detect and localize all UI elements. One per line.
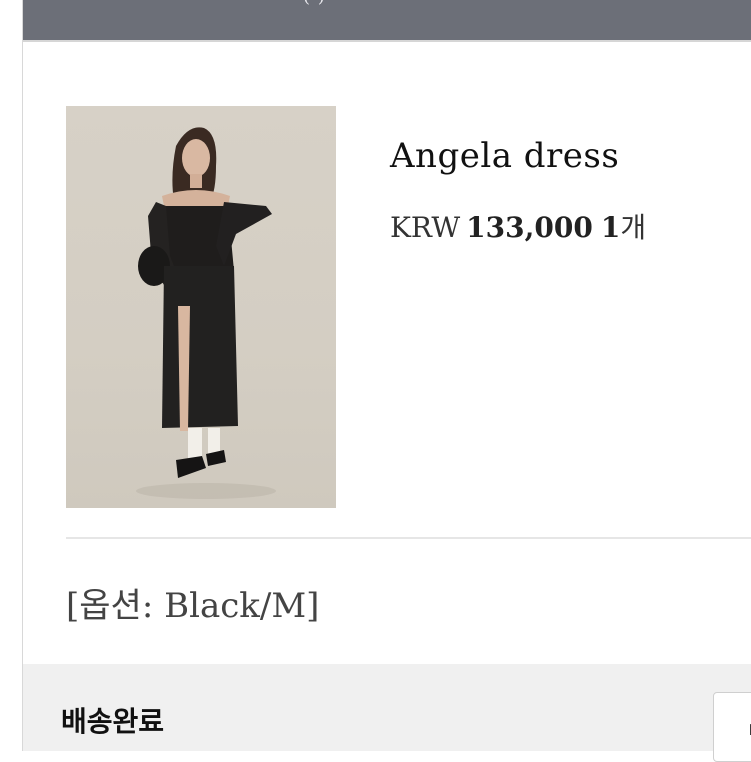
price-amount: 133,000 <box>466 211 593 244</box>
order-detail-screen: ( ) <box>0 0 751 762</box>
product-name[interactable]: Angela dress <box>390 136 619 176</box>
quantity-unit: 개 <box>620 211 647 244</box>
option-text: [옵션: Black/M] <box>66 586 320 626</box>
left-edge-border <box>0 0 23 751</box>
price-currency: KRW <box>390 211 461 244</box>
price-row: KRW 133,000 1개 <box>390 206 646 246</box>
delivery-status-label: 배송완료 <box>61 705 165 738</box>
order-item-card: Angela dress KRW 133,000 1개 [옵션: Black/M] <box>23 42 751 664</box>
dress-photo-illustration <box>136 127 276 499</box>
quantity-value: 1 <box>600 211 621 244</box>
header-bar: ( ) <box>23 0 751 42</box>
status-action-button[interactable]: ㅂ <box>713 692 751 762</box>
product-image[interactable] <box>66 106 336 508</box>
section-divider <box>66 537 751 539</box>
header-title: ( ) <box>303 0 326 7</box>
status-action-button-label: ㅂ <box>746 713 751 745</box>
delivery-status-bar: 배송완료 ㅂ <box>23 664 751 762</box>
